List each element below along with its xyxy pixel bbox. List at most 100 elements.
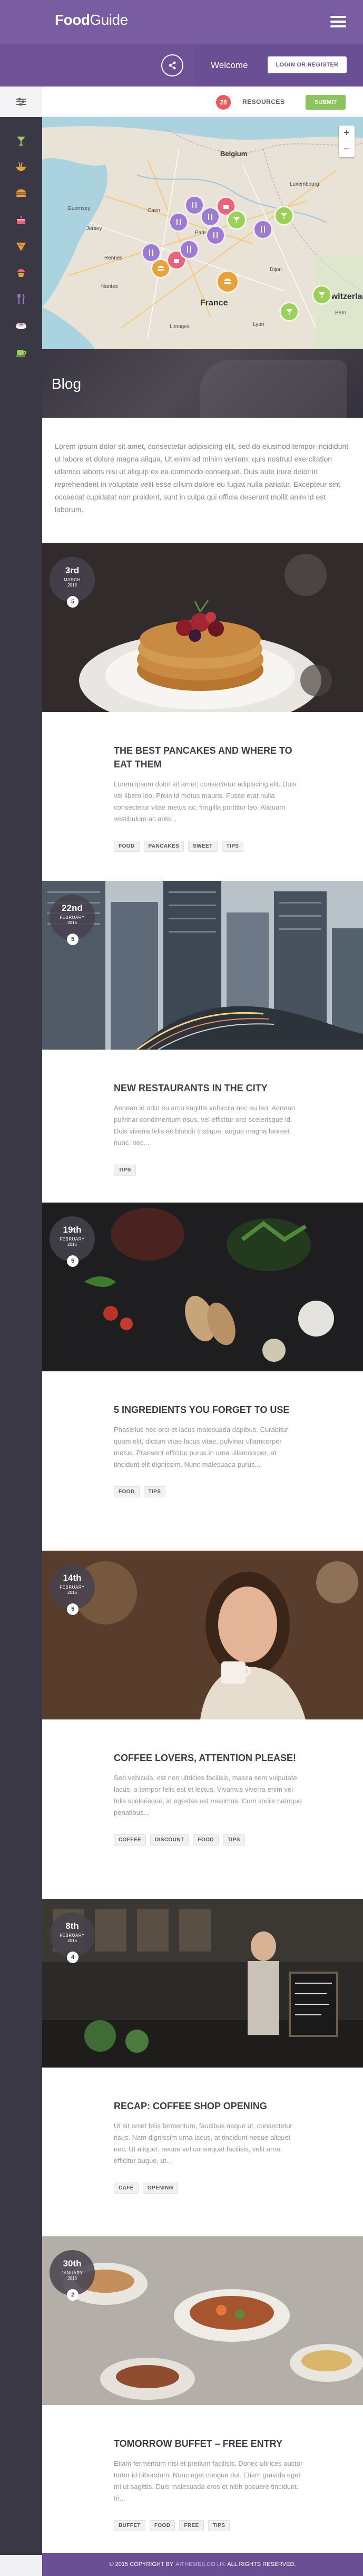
post-title[interactable]: TOMORROW BUFFET – FREE ENTRY (114, 2437, 303, 2450)
zoom-in-button[interactable]: + (339, 126, 355, 141)
map-pin-cocktail-icon[interactable] (227, 210, 247, 230)
comment-count-badge[interactable]: 5 (67, 1255, 79, 1267)
tag[interactable]: FOOD (149, 2520, 175, 2531)
tag[interactable]: COFFEE (114, 1834, 146, 1846)
post-day: 30th (63, 2258, 82, 2269)
post-day: 22nd (62, 903, 83, 913)
post-tags: COFFEE DISCOUNT FOOD TIPS (114, 1834, 363, 1846)
tag[interactable]: FOOD (193, 1834, 219, 1846)
site-logo[interactable]: FoodGuide (55, 12, 128, 28)
filter-bar: 28 RESOURCES SUBMIT (0, 86, 363, 117)
post-card: NEW RESTAURANTS IN THE CITY Aenean id od… (42, 1050, 363, 1203)
post-month: FEBRUARY (60, 1933, 85, 1938)
cocktail-icon[interactable] (0, 128, 42, 154)
post-title[interactable]: THE BEST PANCAKES AND WHERE TO EAT THEM (114, 744, 303, 771)
map-label: Belgium (220, 150, 248, 158)
post-title[interactable]: RECAP: COFFEE SHOP OPENING (114, 2099, 303, 2113)
map-label: Guernsey (67, 206, 91, 212)
post-tags: FOOD TIPS (114, 1486, 363, 1497)
post-card: THE BEST PANCAKES AND WHERE TO EAT THEM … (42, 712, 363, 881)
post-image[interactable]: 19th FEBRUARY 2016 5 (42, 1203, 363, 1371)
post-image[interactable]: 3rd MARCH 2016 5 (42, 543, 363, 712)
post-title[interactable]: 5 INGREDIENTS YOU FORGET TO USE (114, 1403, 303, 1417)
tag[interactable]: TIPS (143, 1486, 166, 1497)
sub-header: Welcome LOGIN OR REGISTER (0, 44, 363, 86)
comment-count-badge[interactable]: 5 (67, 1603, 79, 1615)
map-label: Jersey (86, 226, 102, 232)
post-excerpt: Sed vehicula, est non ultricies facilisi… (114, 1774, 302, 1816)
post-month: JANUARY (61, 2271, 83, 2275)
tag[interactable]: PANCAKES (143, 841, 184, 852)
tag[interactable]: BUFFET (114, 2520, 145, 2531)
post-year: 2016 (67, 2276, 77, 2281)
post-tags: TIPS (114, 1165, 363, 1176)
map-pin-burger-icon[interactable] (216, 270, 239, 293)
comment-count-badge[interactable]: 5 (67, 934, 79, 945)
map-pin-cocktail-icon[interactable] (312, 285, 332, 305)
post-year: 2016 (67, 920, 77, 925)
post-tags: FOOD PANCAKES SWEET TIPS (114, 841, 363, 852)
resources-label[interactable]: RESOURCES (242, 98, 285, 105)
share-icon[interactable] (161, 54, 183, 76)
coffee-icon[interactable] (0, 339, 42, 365)
cutlery-icon[interactable] (0, 286, 42, 312)
post-image[interactable]: 14th FEBRUARY 2016 5 (42, 1551, 363, 1719)
burger-icon[interactable] (0, 180, 42, 207)
map-label: Limoges (170, 324, 190, 330)
tag[interactable]: TIPS (114, 1165, 136, 1176)
post-year: 2016 (67, 1242, 77, 1247)
post-image[interactable]: 22nd FEBRUARY 2016 5 (42, 881, 363, 1050)
map-pin-cutlery-icon[interactable] (205, 225, 225, 245)
rights-text: ALL RIGHTS RESERVED. (227, 2561, 296, 2568)
page-title: Blog (52, 376, 82, 392)
sliders-icon[interactable] (0, 86, 42, 117)
tag[interactable]: TIPS (208, 2520, 230, 2531)
comment-count-badge[interactable]: 2 (67, 2289, 79, 2301)
post-month: FEBRUARY (60, 1237, 85, 1242)
comment-count-badge[interactable]: 4 (67, 1952, 79, 1963)
pizza-icon[interactable] (0, 233, 42, 259)
logo-bold-text: Food (55, 12, 90, 28)
cupcake-icon[interactable] (0, 259, 42, 286)
post-excerpt: Etiam fermentum nisi et pretium facilisi… (114, 2459, 303, 2502)
tag[interactable]: OPENING (142, 2183, 178, 2194)
map-pin-cocktail-icon[interactable] (274, 206, 294, 226)
tag[interactable]: TIPS (221, 841, 244, 852)
map-pin-cocktail-icon[interactable] (279, 302, 299, 322)
login-register-button[interactable]: LOGIN OR REGISTER (268, 56, 347, 73)
map-pin-cutlery-icon[interactable] (169, 212, 189, 232)
map-pin-cutlery-icon[interactable] (179, 239, 199, 259)
post-title[interactable]: NEW RESTAURANTS IN THE CITY (114, 1081, 303, 1095)
tag[interactable]: FREE (179, 2520, 204, 2531)
noodles-icon[interactable] (0, 154, 42, 180)
copyright-text: © 2015 COPYRIGHT BY (109, 2561, 174, 2568)
zoom-out-button[interactable]: − (339, 141, 355, 157)
tag[interactable]: SWEET (188, 841, 218, 852)
map-zoom-controls: + − (339, 126, 355, 157)
submit-button[interactable]: SUBMIT (306, 95, 346, 110)
tag[interactable]: FOOD (114, 1486, 140, 1497)
tag[interactable]: DISCOUNT (150, 1834, 189, 1846)
tag[interactable]: TIPS (222, 1834, 245, 1846)
hamburger-icon[interactable] (330, 16, 346, 27)
resource-map[interactable]: Belgium Guernsey Jersey Luxembourg Franc… (42, 117, 363, 349)
cake-icon[interactable] (0, 207, 42, 233)
logo-light-text: Guide (90, 12, 128, 28)
top-header: FoodGuide (0, 0, 363, 44)
tag[interactable]: CAFÉ (114, 2183, 139, 2194)
map-label: France (200, 299, 228, 307)
tag[interactable]: FOOD (114, 841, 140, 852)
comment-count-badge[interactable]: 5 (67, 596, 79, 608)
post-excerpt: Phasellus nec orci et lacus malesuada da… (114, 1426, 288, 1468)
post-tags: BUFFET FOOD FREE TIPS (114, 2520, 363, 2531)
post-month: FEBRUARY (60, 1585, 85, 1590)
map-label: Rennes (104, 255, 123, 261)
post-title[interactable]: COFFEE LOVERS, ATTENTION PLEASE! (114, 1751, 303, 1765)
post-card: TOMORROW BUFFET – FREE ENTRY Etiam ferme… (42, 2405, 363, 2553)
footer-brand-link[interactable]: AITHEMES.CO.UK (175, 2561, 225, 2568)
post-card: 5 INGREDIENTS YOU FORGET TO USE Phasellu… (42, 1371, 363, 1551)
map-pin-cutlery-icon[interactable] (253, 219, 273, 239)
sushi-icon[interactable] (0, 312, 42, 339)
post-image[interactable]: 8th FEBRUARY 2016 4 (42, 1899, 363, 2068)
post-image[interactable]: 30th JANUARY 2016 2 (42, 2236, 363, 2405)
